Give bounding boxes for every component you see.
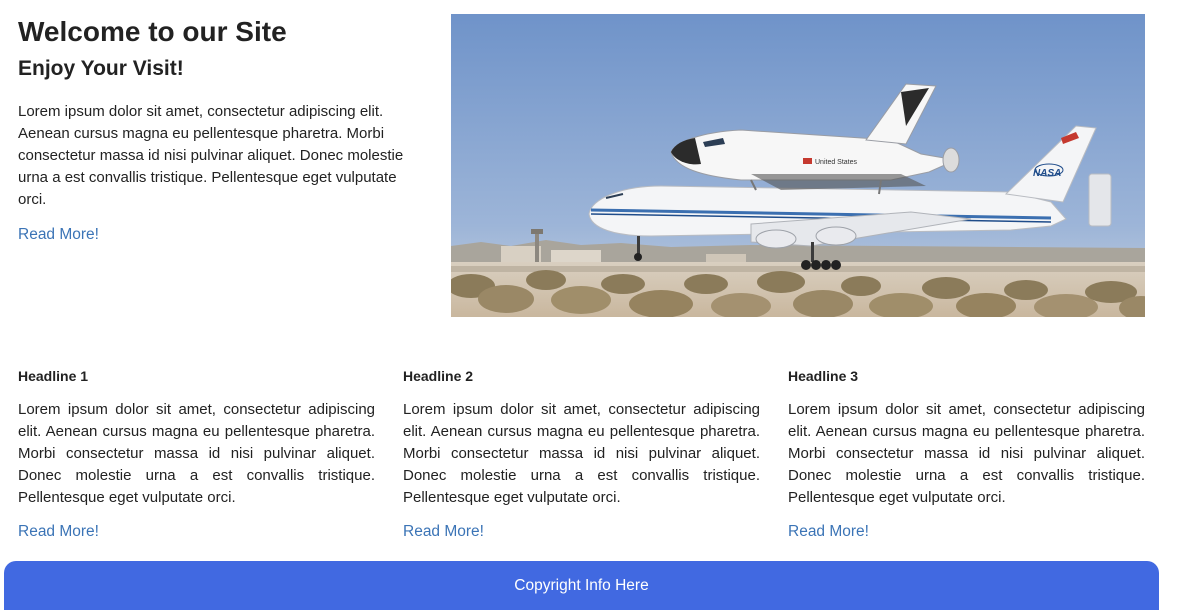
headline-column-1: Headline 1 Lorem ipsum dolor sit amet, c… [18,366,375,541]
headline-3-read-more-link[interactable]: Read More! [788,523,869,541]
headline-paragraph: Lorem ipsum dolor sit amet, consectetur … [18,401,375,506]
headline-title: Headline 1 [18,368,89,384]
shuttle-label: United States [815,159,858,166]
headline-title: Headline 2 [403,368,474,384]
headline-1-read-more-link[interactable]: Read More! [18,523,99,541]
page-subtitle: Enjoy Your Visit! [18,57,184,80]
footer: Copyright Info Here [4,561,1159,610]
headline-columns: Headline 1 Lorem ipsum dolor sit amet, c… [18,366,1145,541]
headline-2-read-more-link[interactable]: Read More! [403,523,484,541]
page-title: Welcome to our Site [18,16,287,47]
headline-column-3: Headline 3 Lorem ipsum dolor sit amet, c… [788,366,1145,541]
headline-paragraph: Lorem ipsum dolor sit amet, consectetur … [403,401,760,506]
hero-paragraph: Lorem ipsum dolor sit amet, consectetur … [18,103,404,208]
hero-image: NASA United States [451,14,1145,317]
copyright-text: Copyright Info Here [514,577,649,594]
headline-paragraph: Lorem ipsum dolor sit amet, consectetur … [788,401,1145,506]
headline-title: Headline 3 [788,368,859,384]
hero-read-more-link[interactable]: Read More! [18,226,99,244]
headline-column-2: Headline 2 Lorem ipsum dolor sit amet, c… [403,366,760,541]
hero-section: Welcome to our Site Enjoy Your Visit! Lo… [18,14,428,244]
